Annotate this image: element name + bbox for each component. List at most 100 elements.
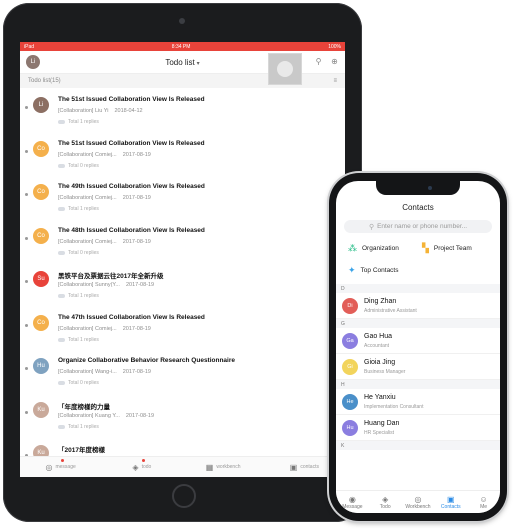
- tab-label: Message: [342, 503, 363, 510]
- comment-icon: [58, 163, 65, 168]
- comment-icon: [58, 250, 65, 255]
- todo-replies-text: Total 0 replies: [68, 249, 99, 256]
- unread-dot: [25, 367, 28, 370]
- todo-date: 2017-08-19: [122, 238, 151, 245]
- todo-date: 2017-08-19: [122, 151, 151, 158]
- overlay-placeholder: [268, 53, 302, 85]
- section-header: G: [336, 319, 500, 328]
- contact-row[interactable]: Hu Huang Dan HR Specialist: [336, 415, 500, 441]
- quick-organization[interactable]: ⁂ Organization: [348, 243, 399, 254]
- phone-tab-workbench[interactable]: ◎ Workbench: [402, 491, 435, 513]
- phone-tab-todo[interactable]: ◈ Todo: [369, 491, 402, 513]
- contact-name: He Yanxiu: [364, 394, 396, 401]
- todo-title: 「年度榜樣的力量: [58, 403, 110, 411]
- phone-tab-contacts[interactable]: ▣ Contacts: [434, 491, 467, 513]
- chevron-down-icon: ▾: [196, 60, 200, 67]
- todo-icon: ◈: [382, 494, 389, 504]
- todo-avatar: Ku: [33, 401, 49, 418]
- todo-replies: Total 1 replies: [58, 119, 99, 125]
- quick-top-contacts[interactable]: ✦ Top Contacts: [348, 265, 398, 276]
- todo-item[interactable]: Hu Organize Collaborative Behavior Resear…: [20, 349, 345, 393]
- contact-row[interactable]: Ga Gao Hua Accountant: [336, 328, 500, 354]
- tablet-device: iPad 8:34 PM 100% Li Todo list ▾ ⚲ ⊕ Todo…: [3, 3, 362, 522]
- comment-icon: [58, 120, 65, 124]
- me-icon: ☺: [479, 494, 488, 504]
- todo-replies-text: Total 1 replies: [68, 336, 99, 343]
- filter-icon[interactable]: ≡: [333, 78, 337, 84]
- home-button[interactable]: [172, 484, 196, 508]
- todo-meta: [Collaboration] Sunny(Y... 2017-08-19: [58, 282, 154, 288]
- todo-title: The 48th Issued Collaboration View Is Re…: [58, 226, 205, 234]
- tab-label: Me: [480, 503, 488, 510]
- tab-label: Workbench: [405, 503, 431, 510]
- todo-item[interactable]: Co The 49th Issued Collaboration View Is …: [20, 175, 345, 219]
- contact-name: Ding Zhan: [364, 298, 397, 305]
- status-battery: 100%: [328, 43, 341, 50]
- tablet-tab-message[interactable]: ◎ message: [20, 457, 101, 477]
- todo-replies-text: Total 0 replies: [68, 380, 99, 386]
- todo-source: [Collaboration] Comiej...: [58, 151, 117, 158]
- page-title-text: Todo list: [165, 57, 195, 67]
- todo-meta: [Collaboration] Comiej... 2017-08-19: [58, 326, 151, 332]
- contacts-title: Contacts: [402, 203, 434, 212]
- phone-tab-bar: ◉ Message ◈ Todo ◎ Workbench ▣ Contacts ☺ Me: [336, 490, 500, 513]
- quick-label: Top Contacts: [360, 267, 399, 274]
- todo-source: [Collaboration] Liu Yi: [58, 108, 109, 114]
- todo-replies: Total 1 replies: [58, 206, 99, 212]
- tab-label: workbench: [216, 464, 241, 470]
- search-icon[interactable]: ⚲: [314, 57, 323, 66]
- comment-icon: [58, 294, 65, 298]
- todo-item[interactable]: Co The 47th Issued Collaboration View Is …: [20, 306, 345, 350]
- contact-name: Gioia Jing: [364, 359, 396, 366]
- todo-replies: Total 1 replies: [58, 293, 99, 299]
- top-contacts-icon: ✦: [348, 265, 356, 275]
- tablet-tab-todo[interactable]: ◈ todo: [101, 457, 182, 477]
- contacts-icon: ▣: [289, 462, 298, 472]
- todo-source: [Collaboration] Comiej...: [58, 195, 117, 201]
- quick-project-team[interactable]: ▚ Project Team: [422, 243, 472, 254]
- todo-item[interactable]: Su 黑铁平台及票据云往2017年全新升级 [Collaboration] Sunn…: [20, 262, 345, 306]
- status-time: 8:34 PM: [171, 43, 191, 50]
- contact-avatar: Hu: [342, 420, 358, 436]
- todo-replies-text: Total 0 replies: [68, 162, 99, 169]
- section-header: D: [336, 284, 500, 293]
- workbench-icon: ▦: [205, 462, 214, 472]
- contacts-icon: ▣: [447, 494, 455, 504]
- todo-item[interactable]: Ku 「年度榜樣的力量 [Collaboration] Kuang Y... 2017…: [20, 393, 345, 437]
- phone-tab-me[interactable]: ☺ Me: [467, 491, 500, 513]
- todo-title: 「2017年度榜樣: [58, 447, 105, 454]
- contact-avatar: Ga: [342, 333, 358, 349]
- todo-avatar: Co: [33, 184, 49, 200]
- unread-dot: [25, 410, 28, 414]
- todo-replies-text: Total 1 replies: [68, 423, 99, 430]
- todo-title: The 51st Issued Collaboration View Is Re…: [58, 96, 205, 103]
- todo-replies-text: Total 1 replies: [68, 293, 99, 299]
- tab-label: contacts: [300, 464, 319, 470]
- phone-device: Contacts ⚲ Enter name or phone number...…: [329, 173, 507, 521]
- todo-title: 黑铁平台及票据云往2017年全新升级: [58, 273, 164, 280]
- todo-avatar: Su: [33, 271, 49, 287]
- todo-title: The 47th Issued Collaboration View Is Re…: [58, 313, 205, 321]
- todo-item[interactable]: Co The 51st Issued Collaboration View Is …: [20, 132, 345, 176]
- todo-replies: Total 1 replies: [58, 424, 99, 430]
- comment-icon: [58, 337, 65, 342]
- todo-item[interactable]: Li The 51st Issued Collaboration View Is …: [20, 88, 345, 132]
- todo-date: 2017-08-19: [125, 282, 155, 288]
- todo-item[interactable]: Co The 48th Issued Collaboration View Is …: [20, 219, 345, 263]
- add-icon[interactable]: ⊕: [330, 57, 339, 66]
- contact-role: Implementation Consultant: [364, 404, 424, 410]
- contact-row[interactable]: Di Ding Zhan Administrative Assistant: [336, 293, 500, 319]
- todo-meta: [Collaboration] Kuang Y... 2017-08-19: [58, 413, 154, 419]
- section-header: H: [336, 380, 500, 389]
- todo-title: The 51st Issued Collaboration View Is Re…: [58, 139, 205, 147]
- tablet-tab-bar: ◎ message ◈ todo ▦ workbench ▣ contacts: [20, 456, 345, 477]
- message-icon: ◉: [348, 494, 356, 504]
- contact-search-input[interactable]: ⚲ Enter name or phone number...: [344, 220, 492, 233]
- tablet-tab-workbench[interactable]: ▦ workbench: [183, 457, 264, 477]
- tab-label: Contacts: [440, 503, 461, 510]
- todo-date: 2018-04-12: [114, 108, 143, 114]
- phone-tab-message[interactable]: ◉ Message: [336, 491, 369, 513]
- contact-row[interactable]: He He Yanxiu Implementation Consultant: [336, 389, 500, 415]
- contact-row[interactable]: Gi Gioia Jing Business Manager: [336, 354, 500, 380]
- search-placeholder: Enter name or phone number...: [377, 223, 468, 230]
